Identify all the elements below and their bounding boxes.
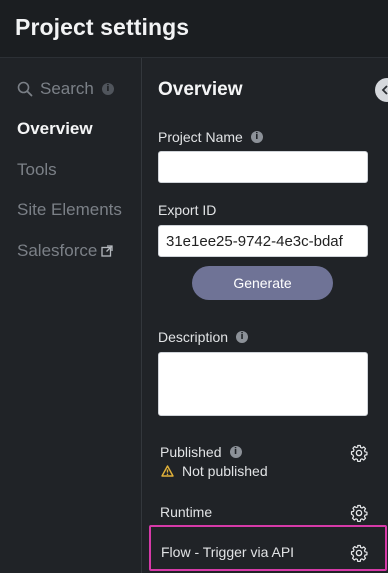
sidebar-item-label: Salesforce <box>17 241 98 260</box>
description-textarea[interactable] <box>158 352 368 416</box>
sidebar: Search i Overview Tools Site Elements Sa… <box>0 58 142 573</box>
search-label: Search <box>40 79 94 98</box>
sidebar-item-overview[interactable]: Overview <box>17 119 93 139</box>
published-gear-icon[interactable] <box>350 444 368 462</box>
description-label-text: Description <box>158 329 229 345</box>
flow-highlight-outline <box>149 525 387 571</box>
published-label-text: Published <box>160 444 222 460</box>
chevron-left-icon <box>381 85 388 95</box>
collapse-button[interactable] <box>375 78 388 102</box>
sidebar-item-label: Tools <box>17 160 57 179</box>
runtime-label: Runtime <box>160 504 213 520</box>
sidebar-item-label: Site Elements <box>17 200 122 219</box>
project-name-info-icon[interactable]: i <box>250 131 263 143</box>
project-name-input[interactable] <box>158 151 368 183</box>
section-title: Overview <box>158 79 243 100</box>
export-id-label: Export ID <box>158 202 217 218</box>
sidebar-item-site-elements[interactable]: Site Elements <box>17 200 122 220</box>
sidebar-item-label: Overview <box>17 119 93 138</box>
sidebar-item-salesforce[interactable]: Salesforce <box>17 241 113 261</box>
export-id-input[interactable] <box>158 225 368 257</box>
published-info-icon[interactable]: i <box>229 446 242 458</box>
search-icon <box>17 81 33 97</box>
main-panel: Overview Project Name i Export ID Genera… <box>143 58 388 573</box>
published-status: Not published <box>161 463 268 479</box>
search-info-icon[interactable]: i <box>101 83 114 95</box>
sidebar-search[interactable]: Search i <box>17 79 114 99</box>
external-link-icon <box>101 245 113 257</box>
sidebar-item-tools[interactable]: Tools <box>17 160 57 180</box>
description-label: Description i <box>158 329 249 345</box>
generate-button[interactable]: Generate <box>192 266 333 300</box>
project-name-label-text: Project Name <box>158 129 243 145</box>
published-label: Published i <box>160 444 242 460</box>
page-title: Project settings <box>15 14 190 40</box>
project-name-label: Project Name i <box>158 129 263 145</box>
description-info-icon[interactable]: i <box>236 331 249 343</box>
runtime-gear-icon[interactable] <box>350 504 368 522</box>
warning-icon <box>161 465 174 477</box>
published-status-text: Not published <box>182 463 268 479</box>
header: Project settings <box>0 0 388 58</box>
